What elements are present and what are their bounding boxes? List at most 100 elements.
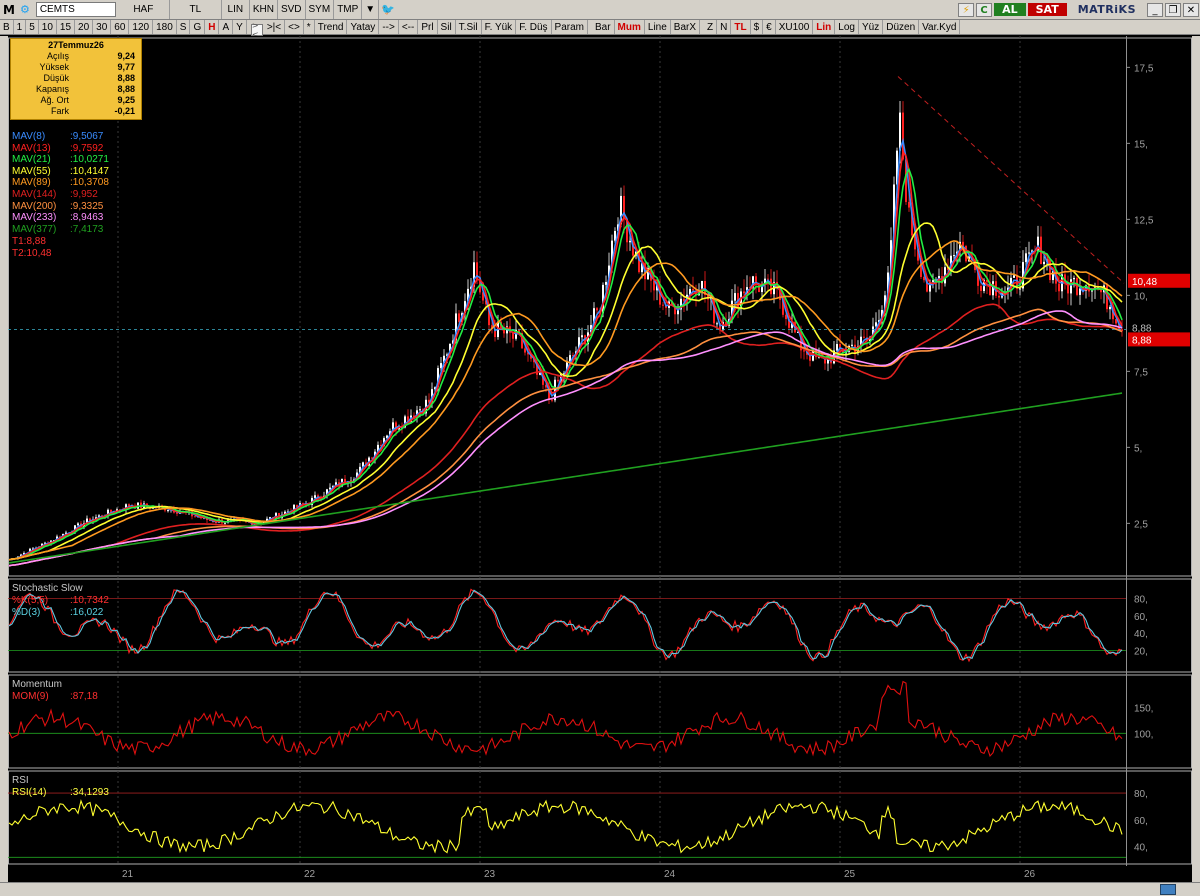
extra-button-8[interactable]: Yüz: [858, 20, 884, 34]
style-button-0[interactable]: Bar: [591, 20, 615, 34]
twitter-icon[interactable]: 🐦: [379, 0, 397, 19]
symbol-input[interactable]: CEMTS: [35, 2, 116, 17]
btn-haf[interactable]: HAF: [117, 0, 170, 19]
restore-icon[interactable]: ❐: [1165, 3, 1181, 17]
x-axis-label: 26: [1024, 869, 1036, 880]
sell-button[interactable]: SAT: [1027, 3, 1067, 16]
extra-button-2[interactable]: TL: [731, 20, 751, 34]
extra-button-7[interactable]: Log: [835, 20, 859, 34]
tool-button-6[interactable]: T.Sil: [455, 20, 482, 34]
nav-button-1[interactable]: <>: [285, 20, 304, 34]
info-row: Ağ. Ort 9,25: [11, 95, 141, 106]
buy-button[interactable]: AL: [994, 3, 1026, 16]
tool-button-4[interactable]: Prl: [418, 20, 438, 34]
candle-body: [605, 281, 607, 285]
candle-body: [980, 285, 982, 291]
candle-body: [629, 240, 631, 243]
info-row: Düşük 8,88: [11, 73, 141, 84]
candle-body: [1070, 279, 1072, 294]
period-button-2[interactable]: 5: [26, 20, 39, 34]
c-icon[interactable]: C: [976, 3, 993, 17]
extra-button-0[interactable]: Z: [704, 20, 718, 34]
target-1: T1:8,88: [12, 236, 46, 247]
tool-button-2[interactable]: -->: [379, 20, 399, 34]
tool-button-7[interactable]: F. Yük: [481, 20, 517, 34]
stoch-d-name: %D(3): [12, 606, 41, 618]
tool-button-5[interactable]: Sil: [437, 20, 456, 34]
minimize-icon[interactable]: _: [1147, 3, 1163, 17]
nav-button-0[interactable]: >|<: [263, 20, 286, 34]
close-icon[interactable]: ✕: [1183, 3, 1199, 17]
tool-button-8[interactable]: F. Düş: [516, 20, 552, 34]
period-button-10[interactable]: S: [176, 20, 191, 34]
extra-button-3[interactable]: $: [750, 20, 764, 34]
stoch-axis-label: 40,: [1134, 629, 1148, 640]
rsi-name: RSI(14): [12, 787, 47, 798]
period-button-13[interactable]: A: [219, 20, 234, 34]
candle-body: [716, 323, 718, 325]
navigation-icon[interactable]: ><: [250, 21, 263, 39]
extra-button-6[interactable]: Lin: [813, 20, 836, 34]
candle-body: [803, 350, 805, 352]
btn-khn[interactable]: KHN: [249, 0, 278, 19]
period-button-0[interactable]: B: [0, 20, 14, 34]
nav-buttons: >|< <> *: [263, 20, 315, 34]
mav-legend-item: MAV(55):10,4147: [12, 166, 109, 178]
period-button-1[interactable]: 1: [13, 20, 27, 34]
style-button-1[interactable]: Mum: [614, 20, 645, 34]
candle-body: [1028, 252, 1030, 254]
chart-area[interactable]: 17,5 15, 12,5 10, 7,5 5, 2,5 10,48 8,88 8,88 80, 60…: [8, 36, 1192, 882]
extra-button-5[interactable]: XU100: [775, 20, 814, 34]
tool-button-3[interactable]: <--: [398, 20, 419, 34]
mav-line: [8, 308, 1123, 567]
period-button-4[interactable]: 15: [56, 20, 76, 34]
tool-button-9[interactable]: Param: [551, 20, 588, 34]
lightning-icon[interactable]: ⚡: [958, 3, 975, 17]
extra-button-4[interactable]: €: [763, 20, 776, 34]
app-logo[interactable]: M: [0, 0, 18, 19]
price-tag-lower: 8,88: [1132, 335, 1152, 346]
tool-button-0[interactable]: Trend: [314, 20, 348, 34]
gear-icon[interactable]: ⚙: [18, 0, 32, 19]
period-button-11[interactable]: G: [190, 20, 206, 34]
btn-tmp[interactable]: TMP: [334, 0, 363, 19]
nav-button-2[interactable]: *: [303, 20, 315, 34]
bottom-scrollbar[interactable]: [0, 882, 1200, 896]
period-button-12[interactable]: H: [205, 20, 220, 34]
chevron-down-icon[interactable]: ▼: [362, 0, 380, 19]
mav-legend: MAV(8):9,5067 MAV(13):9,7592 MAV(21):10,02…: [12, 131, 109, 235]
refresh-icon[interactable]: [1160, 884, 1176, 895]
info-row: Fark -0,21: [11, 106, 141, 117]
mav-legend-item: MAV(233):8,9463: [12, 212, 109, 224]
trend-line: [897, 76, 1125, 284]
btn-lin[interactable]: LIN: [221, 0, 250, 19]
period-button-5[interactable]: 20: [75, 20, 94, 34]
period-button-3[interactable]: 10: [38, 20, 57, 34]
style-button-3[interactable]: BarX: [670, 20, 701, 34]
btn-tl[interactable]: TL: [169, 0, 222, 19]
x-axis-label: 21: [122, 869, 134, 880]
price-tick-label: 2,5: [1134, 519, 1148, 530]
mav-line: [8, 392, 1123, 564]
period-button-6[interactable]: 30: [93, 20, 112, 34]
period-button-14[interactable]: Y: [233, 20, 247, 34]
btn-svd[interactable]: SVD: [277, 0, 306, 19]
period-button-9[interactable]: 180: [153, 20, 177, 34]
extra-button-1[interactable]: N: [717, 20, 732, 34]
extra-button-10[interactable]: Var.Kyd: [919, 20, 961, 34]
style-button-2[interactable]: Line: [644, 20, 671, 34]
candle-body: [1058, 283, 1060, 292]
mav-value: :8,9463: [70, 212, 104, 224]
ohlc-info-box: 27Temmuz26 Açılış 9,24 Yüksek 9,77 Düşük 8,88…: [10, 38, 142, 120]
tool-button-1[interactable]: Yatay: [347, 20, 380, 34]
mav-name: MAV(89): [12, 177, 51, 189]
period-button-7[interactable]: 60: [111, 20, 130, 34]
extra-button-9[interactable]: Düzen: [883, 20, 920, 34]
period-button-8[interactable]: 120: [129, 20, 154, 34]
momentum-title: Momentum: [12, 679, 63, 690]
rsi-title: RSI: [12, 775, 29, 786]
info-rows: Açılış 9,24 Yüksek 9,77 Düşük 8,88 Kapanış 8,88…: [11, 51, 141, 117]
info-key: Fark: [51, 106, 69, 116]
btn-sym[interactable]: SYM: [305, 0, 335, 19]
mav-line: [8, 137, 1123, 561]
